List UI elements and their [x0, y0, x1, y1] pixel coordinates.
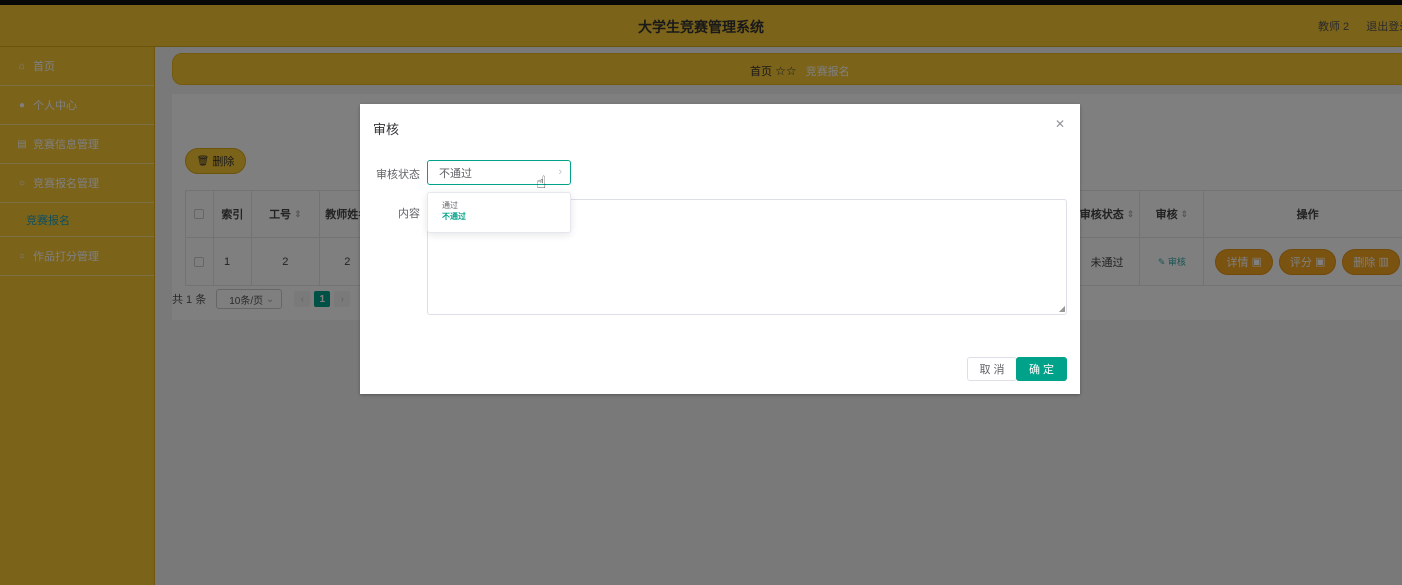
cancel-button[interactable]: 取 消: [967, 357, 1017, 381]
content-label: 内容: [398, 208, 420, 220]
confirm-button[interactable]: 确 定: [1016, 357, 1067, 381]
hand-cursor-icon: ☝: [536, 173, 547, 192]
chevron-right-icon: ›: [558, 166, 562, 178]
status-option-fail[interactable]: 不通过: [428, 209, 570, 224]
dialog-title: 审核: [373, 122, 400, 137]
status-label: 审核状态: [376, 169, 420, 181]
status-dropdown: 通过 不通过: [427, 192, 571, 233]
audit-dialog: 审核 ✕ 审核状态 不通过 › 内容 ◢ 通过 不通过 ☝ 取 消 确 定: [360, 104, 1080, 394]
close-icon[interactable]: ✕: [1055, 117, 1065, 131]
resize-handle-icon[interactable]: ◢: [1059, 304, 1065, 313]
status-select[interactable]: 不通过 ›: [427, 160, 571, 185]
